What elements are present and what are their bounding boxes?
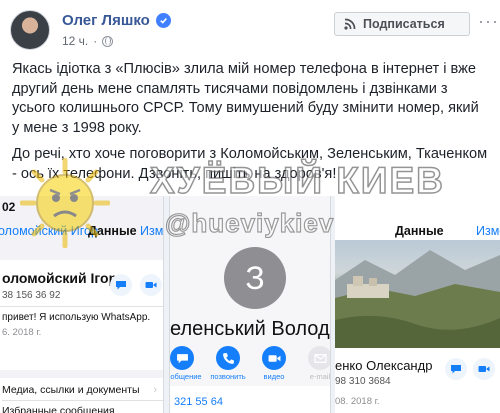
back-link: оломойский Игор	[0, 224, 98, 238]
rss-icon	[344, 18, 356, 30]
post-meta: 12 ч. ·	[62, 34, 114, 48]
contact-card: оломойский Ігор 38 156 36 92 привет! Я и…	[0, 260, 163, 370]
video-icon	[473, 358, 495, 380]
screenshot-kolomoisky: 02 оломойский Игор Данные Изменить оломо…	[0, 196, 164, 413]
mail-icon	[308, 346, 330, 370]
edit-link: Изменить	[140, 224, 164, 238]
action-message: сообщение	[170, 346, 204, 381]
about-date: 08. 2018 г.	[335, 396, 380, 407]
contact-card: енко Олександр 98 310 3684 08. 2018 г.	[335, 348, 500, 413]
more-options-icon[interactable]: ···	[478, 12, 499, 30]
list-item-media: Медиа, ссылки и документы	[2, 384, 140, 396]
divider	[2, 400, 163, 401]
status-time: 02	[2, 200, 16, 214]
subscribe-label: Подписаться	[363, 17, 445, 31]
action-label: видео	[263, 372, 285, 381]
contact-phone: 38 156 36 92	[2, 290, 61, 301]
post-header: Олег Ляшко 12 ч. · Подписаться ···	[0, 0, 500, 56]
action-video: видео	[252, 346, 296, 381]
phone-icon	[216, 346, 240, 370]
contact-options-list: Медиа, ссылки и документы › Избранные со…	[0, 378, 163, 413]
dot-separator: ·	[93, 34, 98, 48]
action-email: e-mail	[298, 346, 331, 381]
post-time[interactable]: 12 ч.	[62, 34, 88, 48]
contact-name: еленський Володими	[170, 318, 330, 340]
action-label: сообщение	[170, 372, 202, 381]
chevron-right-icon: ›	[153, 384, 157, 396]
video-icon	[140, 274, 162, 296]
divider	[0, 306, 163, 307]
contact-name: енко Олександр	[335, 358, 433, 373]
contact-photo	[335, 240, 500, 348]
contact-phone: 321 55 64	[174, 396, 223, 408]
message-icon	[445, 358, 467, 380]
globe-icon	[102, 35, 114, 47]
message-icon	[170, 346, 194, 370]
action-label: e-mail	[309, 372, 331, 381]
contact-name: оломойский Ігор	[2, 270, 118, 286]
subscribe-button[interactable]: Подписаться	[334, 12, 470, 36]
attached-image[interactable]: 02 оломойский Игор Данные Изменить оломо…	[0, 196, 500, 413]
message-icon	[110, 274, 132, 296]
edit-link: Изме	[476, 224, 500, 238]
video-icon	[262, 346, 286, 370]
author-name[interactable]: Олег Ляшко	[62, 12, 150, 29]
post-paragraph-1: Якась ідіотка з «Плюсів» злила мій номер…	[12, 61, 479, 136]
contact-phone: 98 310 3684	[335, 376, 391, 387]
post-paragraph-2: До речі, хто хоче поговорити з Коломойсь…	[12, 146, 488, 182]
list-item-starred: Избранные сообщения	[2, 405, 115, 413]
screenshot-tkachenko: Данные Изме енко Олександр 98 310 3684 0…	[335, 196, 500, 413]
action-label: позвонить	[210, 372, 246, 381]
author-avatar[interactable]	[10, 10, 50, 50]
screenshot-zelensky: З еленський Володими сообщение позвонить…	[169, 196, 331, 413]
ios-navbar: оломойский Игор Данные Изменить	[0, 224, 163, 244]
about-date: 6. 2018 г.	[2, 327, 42, 338]
about-status: привет! Я использую WhatsApp.	[2, 312, 151, 323]
author-row: Олег Ляшко	[62, 12, 171, 29]
action-call: позвонить	[206, 346, 250, 381]
nav-title: Данные	[88, 224, 137, 238]
nav-title: Данные	[395, 224, 444, 238]
contact-initial-avatar: З	[224, 247, 286, 309]
verified-badge-icon	[155, 13, 171, 28]
